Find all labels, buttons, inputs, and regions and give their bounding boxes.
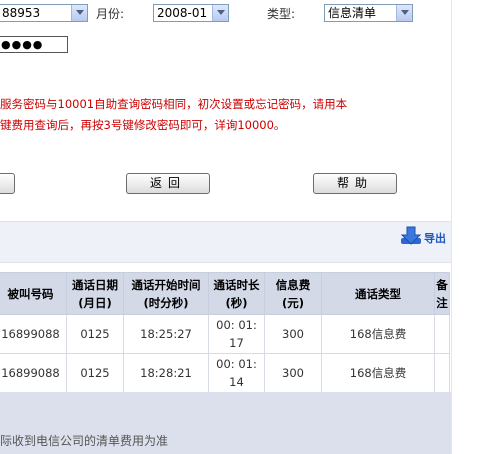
cell-callee: 16899088: [0, 314, 67, 354]
notice-line-1: 服务密码与10001自助查询密码相同，初次设置或忘记密码，请用本: [0, 97, 348, 111]
password-field[interactable]: ●●●●: [0, 36, 68, 53]
type-label: 类型:: [267, 7, 296, 21]
submit-button[interactable]: [0, 173, 15, 194]
cell-duration: 00: 01: 14: [208, 353, 265, 393]
type-select[interactable]: 信息清单: [324, 4, 413, 22]
cell-fee: 300: [264, 353, 322, 393]
chevron-down-icon[interactable]: [71, 5, 87, 21]
cell-note: [434, 314, 450, 354]
header-start-time: 通话开始时间 (时分秒): [123, 272, 209, 315]
header-note: 备注: [434, 272, 450, 315]
cell-start-time: 18:28:21: [123, 353, 209, 393]
cell-callee: 16899088: [0, 353, 67, 393]
table-row: 16899088 0125 18:28:21 00: 01: 14 300 168…: [0, 353, 450, 393]
table-header-row: 被叫号码 通话日期 (月日) 通话开始时间 (时分秒) 通话时长 (秒) 信息费 (元)…: [0, 272, 450, 315]
cell-date: 0125: [66, 353, 124, 393]
phone-number-value: 88953: [2, 6, 41, 20]
month-select[interactable]: 2008-01: [153, 4, 229, 22]
call-detail-table: 被叫号码 通话日期 (月日) 通话开始时间 (时分秒) 通话时长 (秒) 信息费 (元)…: [0, 272, 450, 393]
chevron-down-icon[interactable]: [396, 5, 412, 21]
footer-note: 际收到电信公司的清单费用为准: [0, 434, 169, 448]
month-label: 月份:: [96, 7, 125, 21]
cell-duration: 00: 01: 17: [208, 314, 265, 354]
back-button[interactable]: 返回: [126, 173, 210, 194]
cell-note: [434, 353, 450, 393]
notice-line-2: 键费用查询后，再按3号键修改密码即可，详询10000。: [0, 118, 286, 132]
cell-date: 0125: [66, 314, 124, 354]
month-value: 2008-01: [157, 6, 208, 20]
phone-number-select[interactable]: 88953: [0, 4, 88, 22]
chevron-down-icon[interactable]: [212, 5, 228, 21]
page-edge-divider: [451, 0, 452, 454]
cell-call-type: 168信息费: [321, 353, 435, 393]
cell-call-type: 168信息费: [321, 314, 435, 354]
table-row: 16899088 0125 18:25:27 00: 01: 17 300 168…: [0, 314, 450, 354]
help-button[interactable]: 帮助: [313, 173, 397, 194]
cell-start-time: 18:25:27: [123, 314, 209, 354]
result-toolbar: [0, 221, 451, 263]
cell-fee: 300: [264, 314, 322, 354]
header-call-type: 通话类型: [321, 272, 435, 315]
header-date: 通话日期 (月日): [66, 272, 124, 315]
header-duration: 通话时长 (秒): [208, 272, 265, 315]
header-callee: 被叫号码: [0, 272, 67, 315]
type-value: 信息清单: [328, 6, 377, 20]
download-arrow-icon: [400, 226, 422, 245]
export-label: 导出: [424, 232, 446, 245]
header-fee: 信息费 (元): [264, 272, 322, 315]
